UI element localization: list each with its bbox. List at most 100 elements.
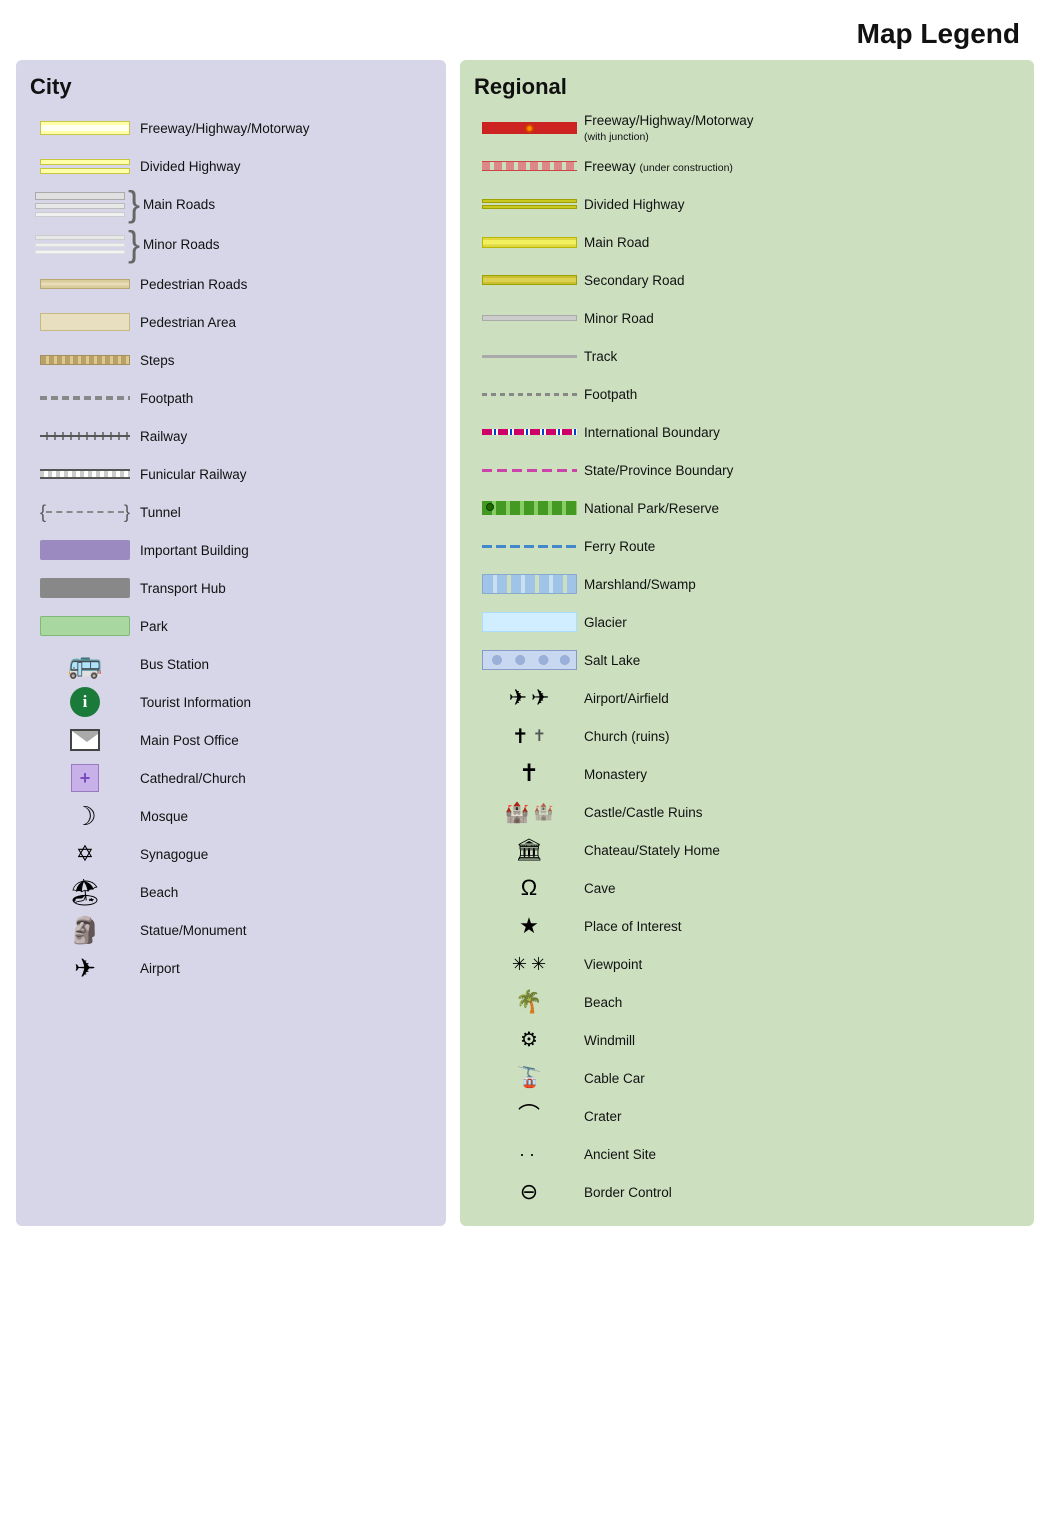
reg-marsh-label: Marshland/Swamp [584, 577, 1020, 592]
list-item: 🌴 Beach [474, 984, 1020, 1020]
reg-natpark-symbol [474, 501, 584, 515]
reg-marsh-symbol [474, 574, 584, 594]
list-item: Main Post Office [30, 722, 432, 758]
reg-divided-label: Divided Highway [584, 197, 1020, 212]
bus-station-symbol: 🚌 [30, 650, 140, 678]
city-section: City Freeway/Highway/Motorway Divided Hi… [16, 60, 446, 1226]
reg-freeway-uc-symbol [474, 161, 584, 171]
reg-viewpoint-symbol: ✳✳ [474, 954, 584, 975]
reg-footpath-symbol [474, 393, 584, 396]
park-symbol [30, 616, 140, 636]
reg-monastery-symbol: ✝ [474, 762, 584, 786]
main-roads-symbol [35, 192, 125, 217]
list-item: Track [474, 338, 1020, 374]
reg-border-label: Border Control [584, 1185, 1020, 1200]
list-item: Ferry Route [474, 528, 1020, 564]
list-item: ·· Ancient Site [474, 1136, 1020, 1172]
reg-cablecar-symbol: 🚡 [474, 1068, 584, 1088]
reg-intl-label: International Boundary [584, 425, 1020, 440]
list-item: 🏖 Beach [30, 874, 432, 910]
reg-ferry-label: Ferry Route [584, 539, 1020, 554]
footpath-city-symbol [30, 396, 140, 400]
list-item: Important Building [30, 532, 432, 568]
reg-beach-symbol: 🌴 [474, 991, 584, 1013]
reg-footpath-label: Footpath [584, 387, 1020, 402]
reg-cablecar-label: Cable Car [584, 1071, 1020, 1086]
list-item: Footpath [474, 376, 1020, 412]
list-item: ☽ Mosque [30, 798, 432, 834]
reg-border-symbol: ⊖ [474, 1181, 584, 1203]
cathedral-label: Cathedral/Church [140, 771, 432, 786]
steps-label: Steps [140, 353, 432, 368]
list-item: } Minor Roads [30, 226, 432, 262]
list-item: Divided Highway [474, 186, 1020, 222]
reg-divided-symbol [474, 199, 584, 209]
list-item: Marshland/Swamp [474, 566, 1020, 602]
list-item: Railway [30, 418, 432, 454]
pedestrian-roads-symbol [30, 279, 140, 289]
reg-windmill-symbol: ⚙ [474, 1030, 584, 1050]
freeway-city-symbol [30, 121, 140, 135]
list-item: Steps [30, 342, 432, 378]
list-item: ✳✳ Viewpoint [474, 946, 1020, 982]
list-item: ✈ Airport [30, 950, 432, 986]
list-item: } Main Roads [30, 186, 432, 222]
list-item: Freeway/Highway/Motorway(with junction) [474, 110, 1020, 146]
list-item: 🏛 Chateau/Stately Home [474, 832, 1020, 868]
minor-roads-symbol [35, 235, 125, 254]
reg-castle-symbol: 🏰🏰 [474, 800, 584, 825]
reg-airport-symbol: ✈✈ [474, 687, 584, 709]
list-item: Secondary Road [474, 262, 1020, 298]
list-item: Glacier [474, 604, 1020, 640]
reg-monastery-label: Monastery [584, 767, 1020, 782]
reg-main-road-symbol [474, 237, 584, 248]
reg-church-symbol: ✝✝ [474, 724, 584, 749]
reg-crater-label: Crater [584, 1109, 1020, 1124]
list-item: Minor Road [474, 300, 1020, 336]
reg-freeway-label: Freeway/Highway/Motorway(with junction) [584, 113, 1020, 143]
list-item: ⌒ Crater [474, 1098, 1020, 1134]
list-item: ⊖ Border Control [474, 1174, 1020, 1210]
list-item: + Cathedral/Church [30, 760, 432, 796]
list-item: ★ Place of Interest [474, 908, 1020, 944]
reg-ancient-label: Ancient Site [584, 1147, 1020, 1162]
railway-symbol [30, 432, 140, 440]
reg-saltlake-symbol [474, 650, 584, 670]
park-label: Park [140, 619, 432, 634]
reg-freeway-symbol [474, 122, 584, 134]
reg-track-label: Track [584, 349, 1020, 364]
railway-label: Railway [140, 429, 432, 444]
synagogue-symbol: ✡ [30, 843, 140, 865]
transport-hub-label: Transport Hub [140, 581, 432, 596]
tunnel-label: Tunnel [140, 505, 432, 520]
reg-cave-symbol: Ω [474, 877, 584, 899]
reg-saltlake-label: Salt Lake [584, 653, 1020, 668]
tourist-info-symbol: i [30, 687, 140, 717]
mosque-symbol: ☽ [30, 803, 140, 829]
legend-columns: City Freeway/Highway/Motorway Divided Hi… [0, 60, 1050, 1246]
reg-glacier-label: Glacier [584, 615, 1020, 630]
list-item: Funicular Railway [30, 456, 432, 492]
reg-chateau-label: Chateau/Stately Home [584, 843, 1020, 858]
list-item: i Tourist Information [30, 684, 432, 720]
list-item: International Boundary [474, 414, 1020, 450]
list-item: ✡ Synagogue [30, 836, 432, 872]
bus-station-label: Bus Station [140, 657, 432, 672]
regional-heading: Regional [474, 74, 1020, 100]
pedestrian-area-label: Pedestrian Area [140, 315, 432, 330]
reg-glacier-symbol [474, 612, 584, 632]
list-item: Footpath [30, 380, 432, 416]
list-item: 🗿 Statue/Monument [30, 912, 432, 948]
reg-viewpoint-label: Viewpoint [584, 957, 1020, 972]
reg-natpark-label: National Park/Reserve [584, 501, 1020, 516]
beach-city-symbol: 🏖 [30, 879, 140, 905]
divided-highway-city-label: Divided Highway [140, 159, 432, 174]
tunnel-symbol: { } [30, 504, 140, 520]
reg-state-symbol [474, 469, 584, 472]
reg-interest-label: Place of Interest [584, 919, 1020, 934]
list-item: Divided Highway [30, 148, 432, 184]
list-item: Salt Lake [474, 642, 1020, 678]
reg-minor-label: Minor Road [584, 311, 1020, 326]
important-building-symbol [30, 540, 140, 560]
minor-roads-label: Minor Roads [143, 237, 432, 252]
